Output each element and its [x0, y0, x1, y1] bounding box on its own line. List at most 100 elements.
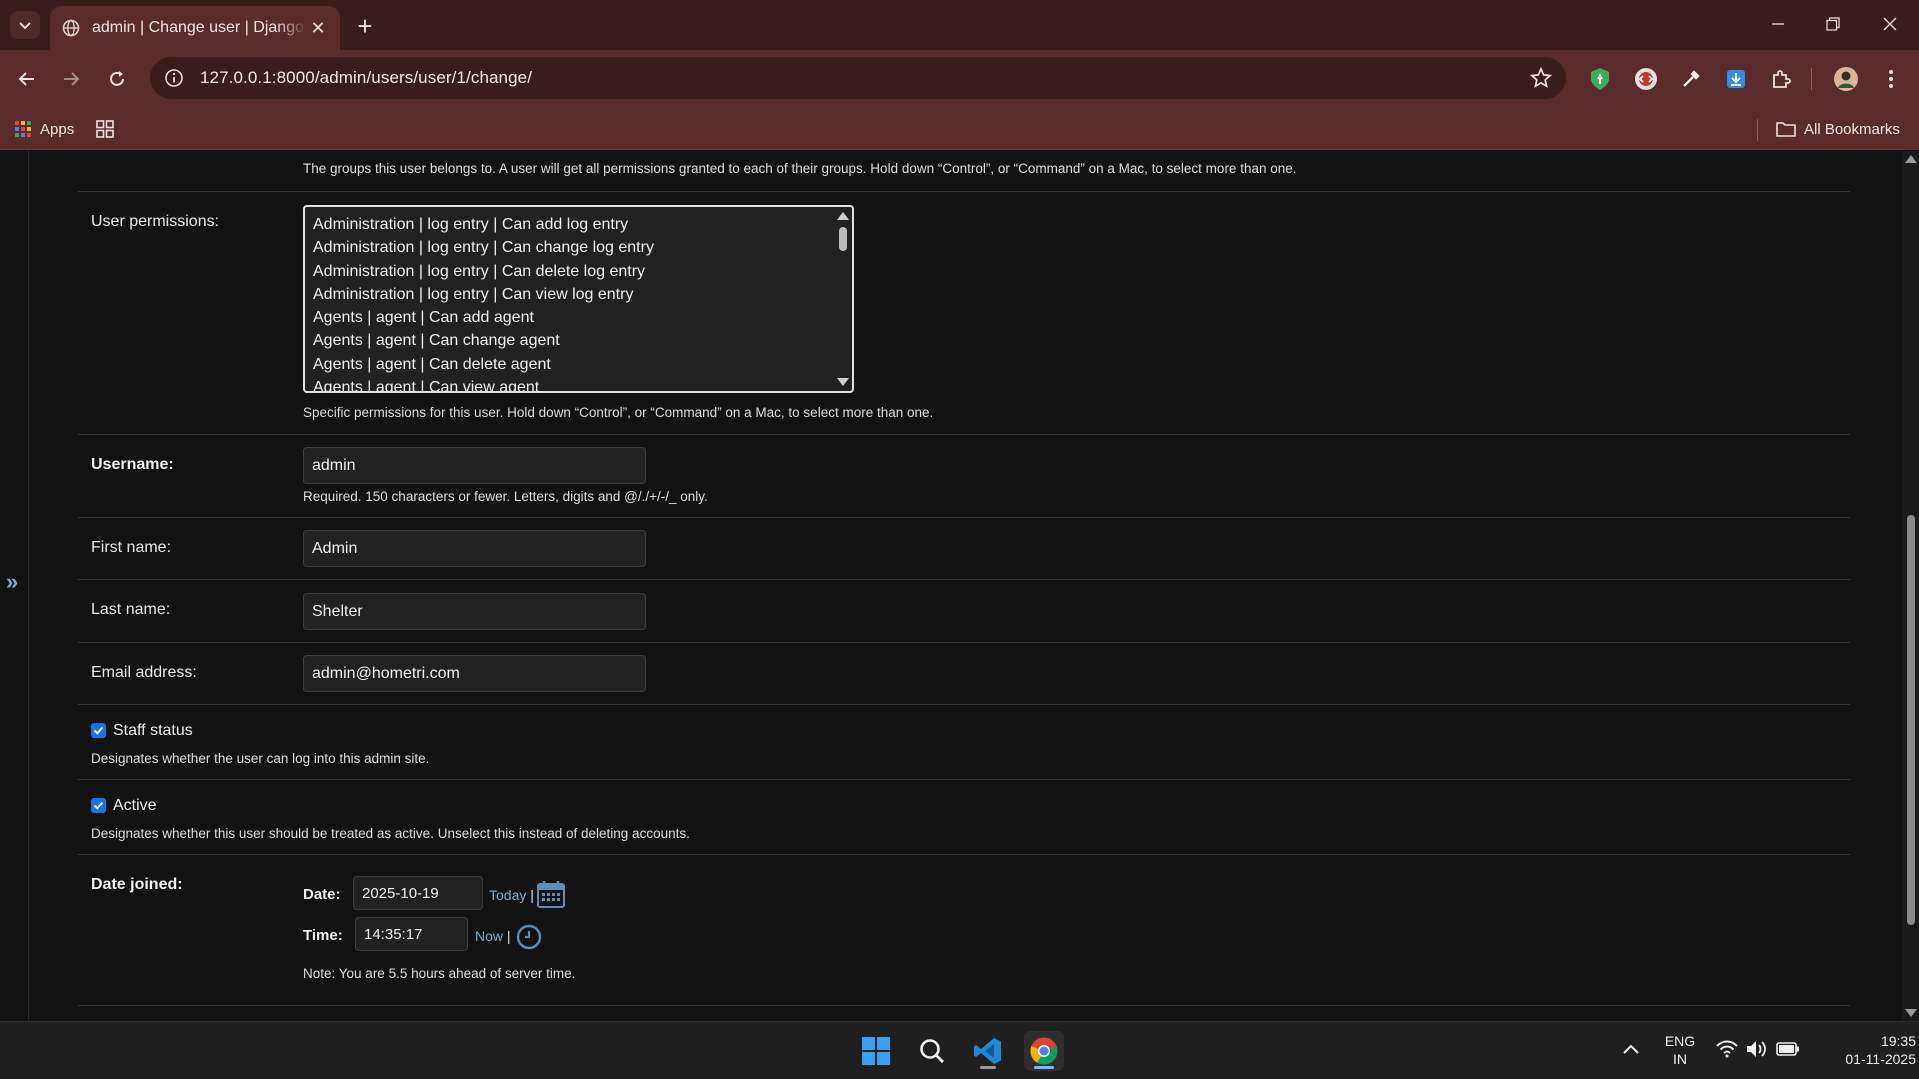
row-divider [78, 642, 1850, 643]
scroll-up-arrow-icon[interactable] [837, 212, 849, 220]
profile-avatar[interactable] [1831, 64, 1861, 94]
tab-title: admin | Change user | Django site admin [92, 19, 308, 36]
address-bar[interactable]: 127.0.0.1:8000/admin/users/user/1/change… [150, 57, 1566, 99]
email-label: Email address: [91, 664, 197, 681]
now-link[interactable]: Now [475, 928, 503, 944]
extensions-icon[interactable] [1766, 64, 1796, 94]
apps-bookmark[interactable]: Apps [14, 116, 74, 142]
staff-status-checkbox[interactable] [91, 723, 106, 738]
windows-start-icon[interactable] [856, 1031, 896, 1071]
time-label: Time: [303, 927, 343, 944]
user-permissions-select[interactable]: Administration | log entry | Can add log… [303, 205, 854, 393]
browser-toolbar: 127.0.0.1:8000/admin/users/user/1/change… [0, 50, 1919, 108]
last-name-input[interactable]: Shelter [303, 593, 646, 630]
chrome-taskbar-icon[interactable] [1024, 1031, 1064, 1071]
groups-help-text: The groups this user belongs to. A user … [303, 161, 1297, 176]
new-tab-button[interactable]: + [352, 13, 378, 39]
permission-option[interactable]: Agents | agent | Can delete agent [313, 353, 654, 376]
minimize-icon [1772, 23, 1784, 25]
input-language[interactable]: ENG IN [1660, 1032, 1700, 1068]
folder-icon [1776, 122, 1796, 137]
devtools-extension-icon[interactable] [1631, 64, 1661, 94]
forward-button[interactable] [56, 64, 86, 94]
scroll-up-arrow-icon[interactable] [1905, 155, 1917, 163]
page-scroll-thumb[interactable] [1907, 515, 1915, 925]
last-name-label: Last name: [91, 601, 171, 618]
toolbar-divider [1811, 68, 1812, 90]
reload-icon [110, 71, 124, 86]
django-admin-page: » The groups this user belongs to. A use… [0, 151, 1919, 1021]
checkmark-icon [93, 801, 104, 810]
back-button[interactable] [12, 64, 42, 94]
active-label[interactable]: Active [113, 797, 157, 815]
active-checkbox[interactable] [91, 798, 106, 813]
staff-status-label[interactable]: Staff status [113, 722, 193, 740]
row-divider [78, 704, 1850, 705]
close-window-button[interactable] [1870, 8, 1910, 40]
separator: | [530, 887, 534, 903]
separator: | [506, 928, 511, 944]
time-input[interactable]: 14:35:17 [355, 917, 468, 951]
vscode-icon[interactable] [968, 1031, 1008, 1071]
active-tab[interactable]: admin | Change user | Django site admin … [50, 6, 340, 50]
arrow-left-icon [18, 72, 34, 86]
email-input[interactable]: admin@hometri.com [303, 655, 646, 692]
active-help-text: Designates whether this user should be t… [91, 826, 690, 841]
time-shortcuts: Now | [475, 928, 511, 944]
page-scrollbar[interactable] [1902, 151, 1919, 1021]
all-bookmarks-button[interactable]: All Bookmarks [1776, 116, 1900, 142]
row-divider [78, 779, 1850, 780]
permission-option[interactable]: Administration | log entry | Can delete … [313, 260, 654, 283]
show-hidden-icons-chevron-icon[interactable] [1622, 1042, 1640, 1060]
permission-option[interactable]: Agents | agent | Can change agent [313, 329, 654, 352]
permission-option[interactable]: Administration | log entry | Can change … [313, 236, 654, 259]
system-clock[interactable]: 19:35 01-11-2025 [1806, 1032, 1916, 1068]
windows-taskbar: ENG IN 19:35 01-11-2025 [0, 1021, 1919, 1079]
permission-option[interactable]: Administration | log entry | Can add log… [313, 213, 654, 236]
row-divider [78, 517, 1850, 518]
permissions-scrollbar[interactable] [836, 209, 850, 389]
sidebar-toggle-button[interactable]: » [6, 569, 18, 595]
app-active-indicator [1034, 1066, 1054, 1069]
username-input[interactable]: admin [303, 447, 646, 484]
chevron-down-icon [19, 22, 31, 30]
search-icon[interactable] [912, 1031, 952, 1071]
scroll-down-arrow-icon[interactable] [837, 378, 849, 386]
restore-button[interactable] [1813, 8, 1853, 40]
language-code: ENG [1664, 1033, 1696, 1049]
download-icon[interactable] [1721, 64, 1751, 94]
today-link[interactable]: Today [489, 887, 526, 903]
bookmarks-divider [1757, 119, 1758, 141]
wifi-icon[interactable] [1716, 1040, 1738, 1063]
reload-button[interactable] [102, 64, 132, 94]
scroll-down-arrow-icon[interactable] [1905, 1009, 1917, 1017]
color-picker-icon[interactable] [1676, 64, 1706, 94]
clock-date: 01-11-2025 [1845, 1051, 1916, 1067]
row-divider [78, 191, 1850, 192]
clock-time: 19:35 [1880, 1033, 1916, 1049]
nav-sidebar-collapsed: » [0, 151, 29, 1021]
shield-extension-icon[interactable] [1585, 64, 1615, 94]
first-name-input[interactable]: Admin [303, 530, 646, 567]
permission-option[interactable]: Administration | log entry | Can view lo… [313, 283, 654, 306]
clock-icon[interactable] [516, 924, 542, 955]
site-info-icon[interactable] [162, 66, 186, 90]
volume-icon[interactable] [1746, 1040, 1768, 1063]
permission-option[interactable]: Agents | agent | Can view agent [313, 376, 654, 391]
tab-search-button[interactable] [10, 11, 40, 39]
date-input[interactable]: 2025-10-19 [353, 876, 483, 910]
permissions-options: Administration | log entry | Can add log… [313, 213, 654, 391]
first-name-label: First name: [91, 539, 172, 556]
permission-option[interactable]: Agents | agent | Can add agent [313, 306, 654, 329]
minimize-button[interactable] [1758, 8, 1798, 40]
star-icon[interactable] [1529, 66, 1553, 94]
calendar-icon[interactable] [536, 879, 566, 914]
apps-label: Apps [40, 120, 75, 138]
tab-groups-icon[interactable] [96, 120, 114, 143]
close-tab-icon[interactable]: ✕ [308, 18, 328, 38]
menu-kebab-icon[interactable] [1876, 64, 1906, 94]
row-divider [78, 1005, 1850, 1006]
permissions-scroll-thumb[interactable] [839, 227, 847, 251]
battery-icon[interactable] [1776, 1041, 1800, 1062]
region-code: IN [1673, 1051, 1687, 1067]
